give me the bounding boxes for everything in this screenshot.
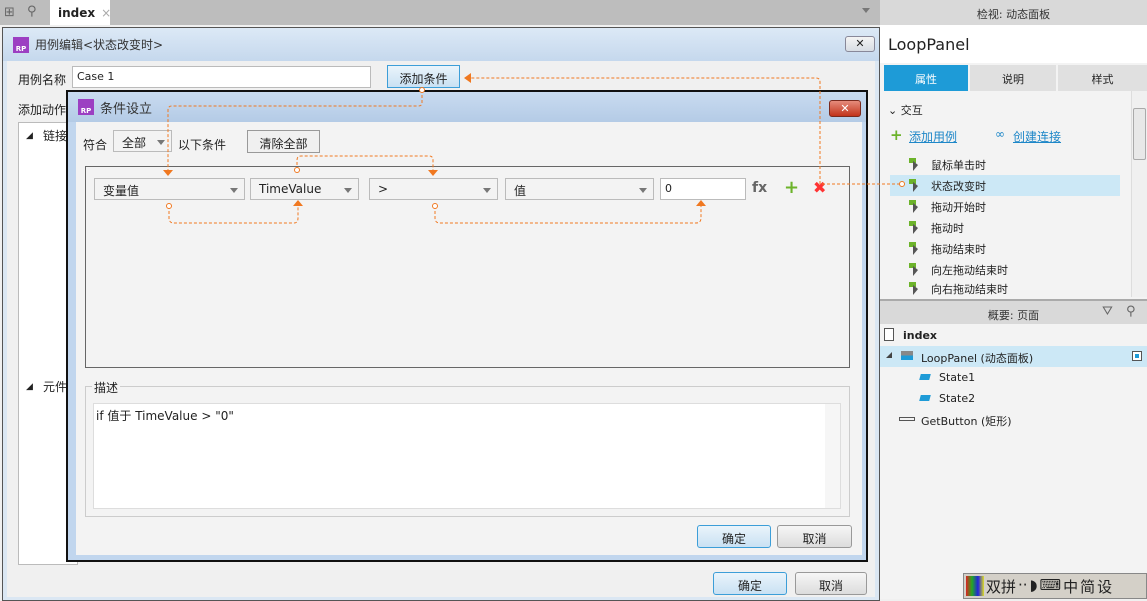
annotation-connectors: [163, 73, 905, 224]
connector-operator-value: [434, 206, 702, 224]
connector-type-variable: [168, 206, 299, 224]
connector-add-condition: [167, 90, 423, 170]
connector-variable-operator: [296, 155, 434, 170]
connector-event-to-dialog: [470, 77, 900, 185]
